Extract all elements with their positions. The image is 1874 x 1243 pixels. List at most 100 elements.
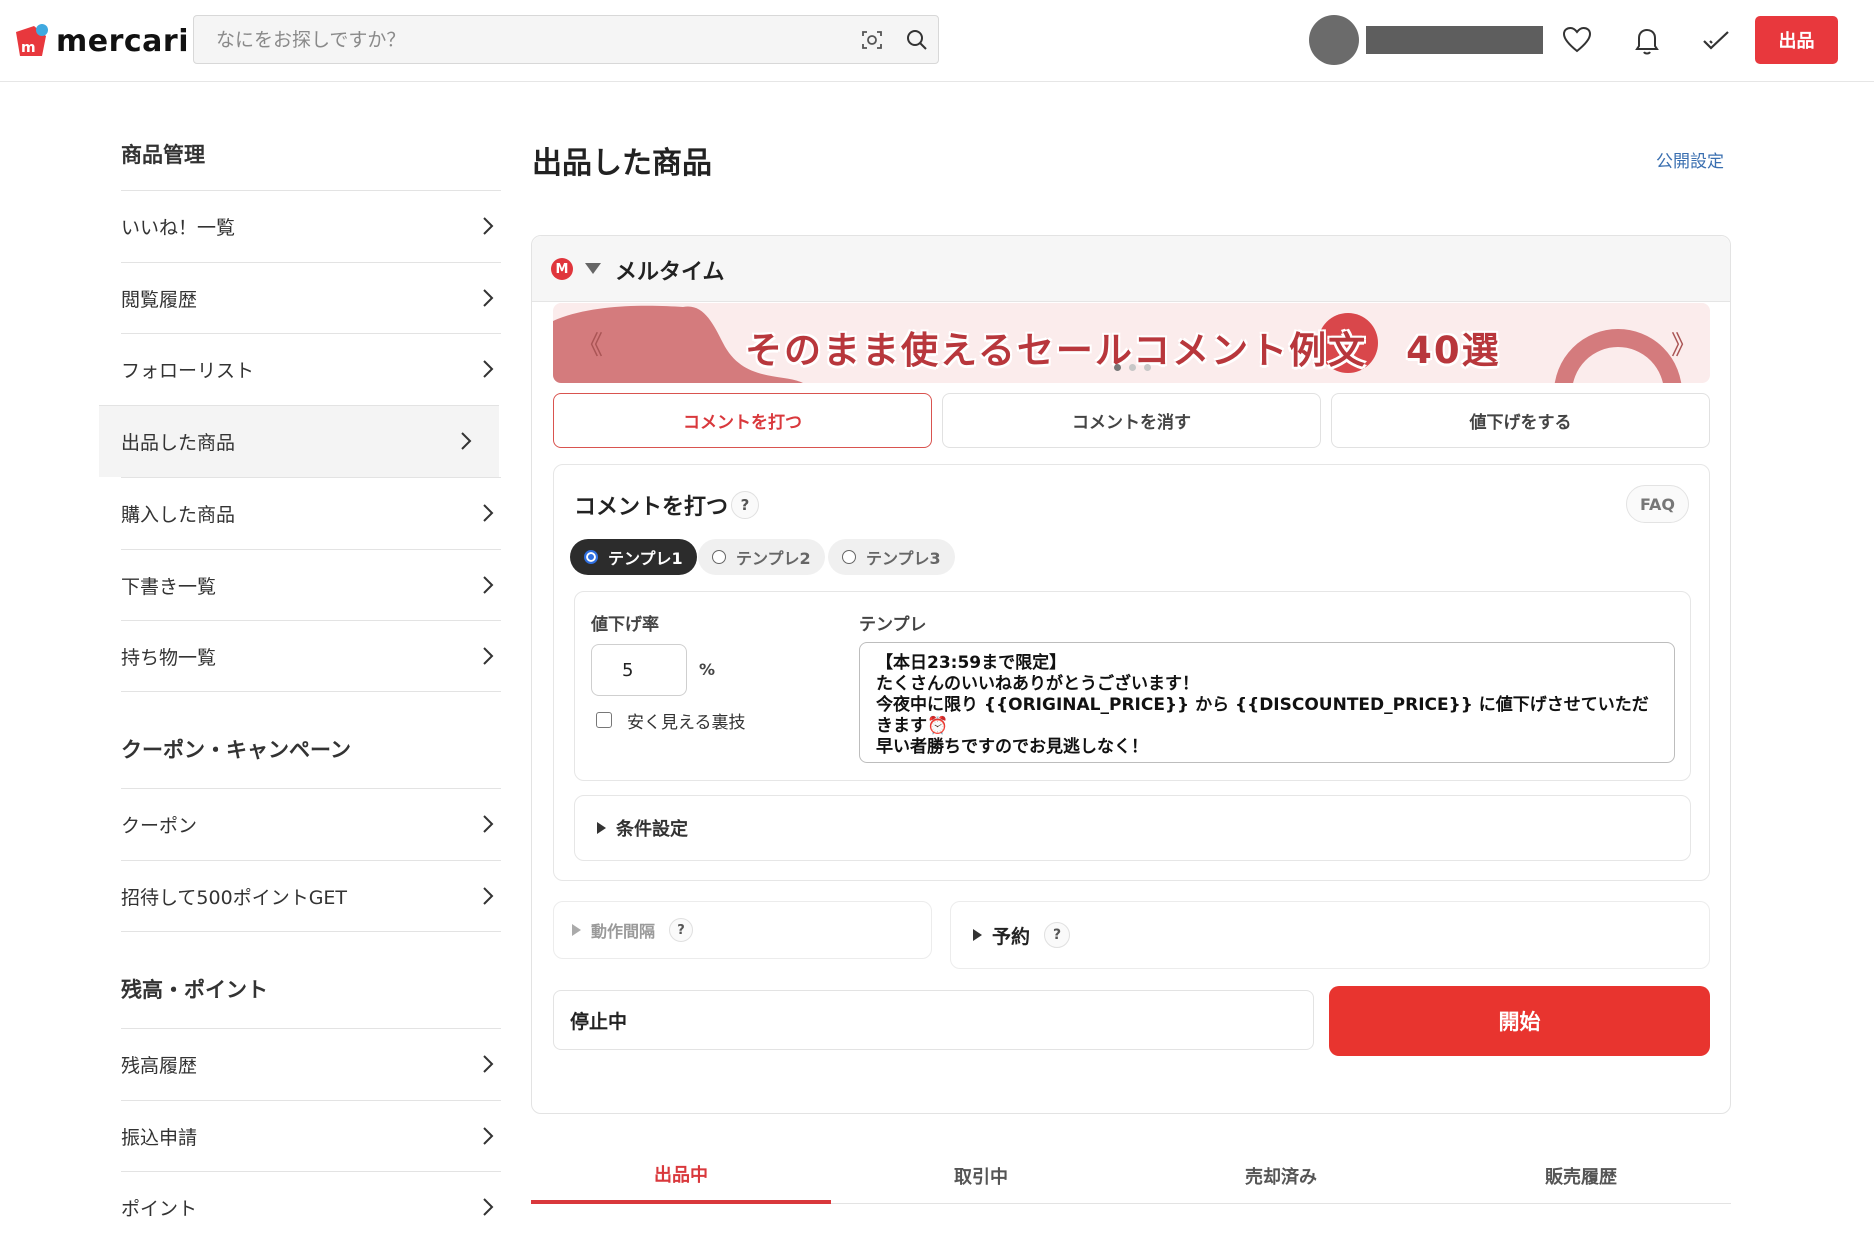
template-3-radio[interactable]: テンプレ3 — [828, 539, 955, 575]
meltime-panel: M メルタイム 《 そのまま使えるセールコメント例文 40選 》 コメントを打つ… — [531, 235, 1731, 1114]
sidebar-item-label: フォローリスト — [121, 360, 255, 382]
banner-dot[interactable] — [1114, 364, 1121, 371]
expand-triangle-icon — [973, 929, 982, 941]
tab-delete-comment[interactable]: コメントを消す — [942, 393, 1321, 448]
tab-sold[interactable]: 売却済み — [1131, 1148, 1431, 1204]
faq-button[interactable]: FAQ — [1626, 485, 1689, 523]
public-settings-link[interactable]: 公開設定 — [1656, 147, 1724, 172]
template-textarea[interactable]: 【本日23:59まで限定】 たくさんのいいねありがとうございます！ 今夜中に限り… — [859, 642, 1675, 763]
chevron-right-icon — [475, 500, 501, 526]
sidebar-item-label: 持ち物一覧 — [121, 646, 217, 669]
sidebar-item-listed-items[interactable]: 出品した商品 — [99, 405, 499, 477]
radio-empty-icon — [842, 550, 856, 564]
cheap-trick-label: 安く見える裏技 — [627, 713, 746, 733]
image-search-icon[interactable] — [860, 28, 884, 52]
sidebar-item-label: 招待して500ポイントGET — [121, 886, 348, 909]
sidebar-item-history[interactable]: 閲覧履歴 — [121, 262, 501, 334]
chevron-right-icon — [475, 356, 501, 382]
checkmark-icon[interactable] — [1700, 24, 1732, 56]
discount-rate-input[interactable] — [591, 644, 687, 696]
search-bar — [193, 15, 939, 64]
listing-status-tabs: 出品中 取引中 売却済み 販売履歴 — [531, 1148, 1731, 1204]
radio-empty-icon — [712, 550, 726, 564]
post-comment-card: コメントを打つ ? FAQ テンプレ1 テンプレ2 テンプレ3 値下げ率 % 安… — [553, 464, 1710, 881]
sidebar-item-likes[interactable]: いいね！一覧 — [121, 190, 501, 262]
start-button[interactable]: 開始 — [1329, 986, 1710, 1056]
card-title: コメントを打つ — [574, 495, 729, 520]
chevron-right-icon — [475, 213, 501, 239]
heart-icon[interactable] — [1561, 24, 1593, 56]
search-input[interactable] — [214, 16, 814, 63]
help-icon[interactable]: ? — [731, 491, 759, 519]
banner-dot[interactable] — [1144, 364, 1151, 371]
tab-on-sale[interactable]: 出品中 — [531, 1148, 831, 1204]
sidebar-section-title: クーポン・キャンペーン — [121, 738, 351, 762]
template-1-radio[interactable]: テンプレ1 — [570, 539, 697, 575]
sidebar-item-balance-history[interactable]: 残高履歴 — [121, 1028, 501, 1100]
svg-text:m: m — [21, 40, 36, 56]
mercari-logo[interactable]: m mercari — [12, 20, 189, 62]
rate-label: 値下げ率 — [591, 615, 659, 635]
collapse-triangle-icon[interactable] — [585, 263, 601, 274]
chevron-right-icon — [475, 572, 501, 598]
template-label: テンプレ2 — [736, 549, 811, 568]
sidebar-item-points[interactable]: ポイント — [121, 1171, 501, 1243]
page-title: 出品した商品 — [532, 146, 712, 181]
chevron-right-icon — [475, 883, 501, 909]
sidebar-item-label: 購入した商品 — [121, 504, 236, 526]
banner-prev-arrow[interactable]: 《 — [577, 325, 603, 362]
panel-title: メルタイム — [615, 260, 725, 285]
help-icon[interactable]: ? — [669, 918, 694, 942]
chevron-right-icon — [475, 1051, 501, 1077]
banner-dot[interactable] — [1129, 364, 1136, 371]
status-display: 停止中 — [553, 990, 1314, 1050]
template-2-radio[interactable]: テンプレ2 — [698, 539, 825, 575]
expand-triangle-icon — [572, 924, 581, 936]
template-settings-box: 値下げ率 % 安く見える裏技 テンプレ 【本日23:59まで限定】 たくさんのい… — [574, 591, 1691, 781]
sidebar-item-coupon[interactable]: クーポン — [121, 788, 501, 860]
tab-in-progress[interactable]: 取引中 — [831, 1148, 1131, 1204]
sidebar-item-belongings[interactable]: 持ち物一覧 — [121, 620, 501, 692]
tab-post-comment[interactable]: コメントを打つ — [553, 393, 932, 448]
help-icon[interactable]: ? — [1044, 922, 1071, 948]
sidebar-item-label: クーポン — [121, 815, 198, 837]
username-redacted[interactable] — [1366, 26, 1543, 54]
panel-header[interactable]: M メルタイム — [532, 236, 1730, 302]
sidebar-item-label: 下書き一覧 — [121, 576, 217, 598]
sidebar-item-follow-list[interactable]: フォローリスト — [121, 333, 501, 405]
sidebar-item-label: 残高履歴 — [121, 1055, 198, 1077]
conditions-toggle[interactable]: 条件設定 — [574, 795, 1691, 861]
chevron-right-icon — [453, 428, 479, 454]
bell-icon[interactable] — [1631, 24, 1663, 56]
chevron-right-icon — [475, 1123, 501, 1149]
conditions-label: 条件設定 — [616, 819, 688, 840]
sidebar-item-label: 出品した商品 — [121, 432, 236, 454]
sidebar-item-purchased[interactable]: 購入した商品 — [121, 477, 501, 549]
tab-price-down[interactable]: 値下げをする — [1331, 393, 1710, 448]
sidebar-item-label: 閲覧履歴 — [121, 289, 198, 311]
chevron-right-icon — [475, 811, 501, 837]
chevron-right-icon — [475, 285, 501, 311]
sidebar-item-label: 振込申請 — [121, 1127, 198, 1149]
template-label: テンプレ1 — [608, 549, 683, 568]
sell-button[interactable]: 出品 — [1755, 16, 1838, 64]
banner-next-arrow[interactable]: 》 — [1671, 325, 1697, 362]
cheap-trick-checkbox[interactable] — [596, 712, 612, 728]
rate-unit: % — [699, 660, 716, 679]
chevron-right-icon — [475, 643, 501, 669]
template-label: テンプレ — [859, 615, 927, 635]
sidebar-item-invite[interactable]: 招待して500ポイントGET — [121, 860, 501, 932]
chevron-right-icon — [475, 1194, 501, 1220]
interval-toggle[interactable]: 動作間隔 ? — [553, 901, 932, 959]
avatar[interactable] — [1309, 15, 1359, 65]
promo-banner[interactable]: 《 そのまま使えるセールコメント例文 40選 》 — [553, 303, 1710, 383]
search-icon[interactable] — [905, 28, 929, 52]
interval-label: 動作間隔 — [591, 922, 656, 941]
tab-sales-history[interactable]: 販売履歴 — [1431, 1148, 1731, 1204]
sidebar-item-drafts[interactable]: 下書き一覧 — [121, 549, 501, 621]
sidebar-item-transfer[interactable]: 振込申請 — [121, 1100, 501, 1172]
expand-triangle-icon — [597, 822, 606, 834]
mercari-logo-mark-icon: m — [12, 22, 50, 60]
sidebar-section-title: 残高・ポイント — [121, 978, 268, 1002]
reserve-toggle[interactable]: 予約 ? — [950, 901, 1710, 969]
